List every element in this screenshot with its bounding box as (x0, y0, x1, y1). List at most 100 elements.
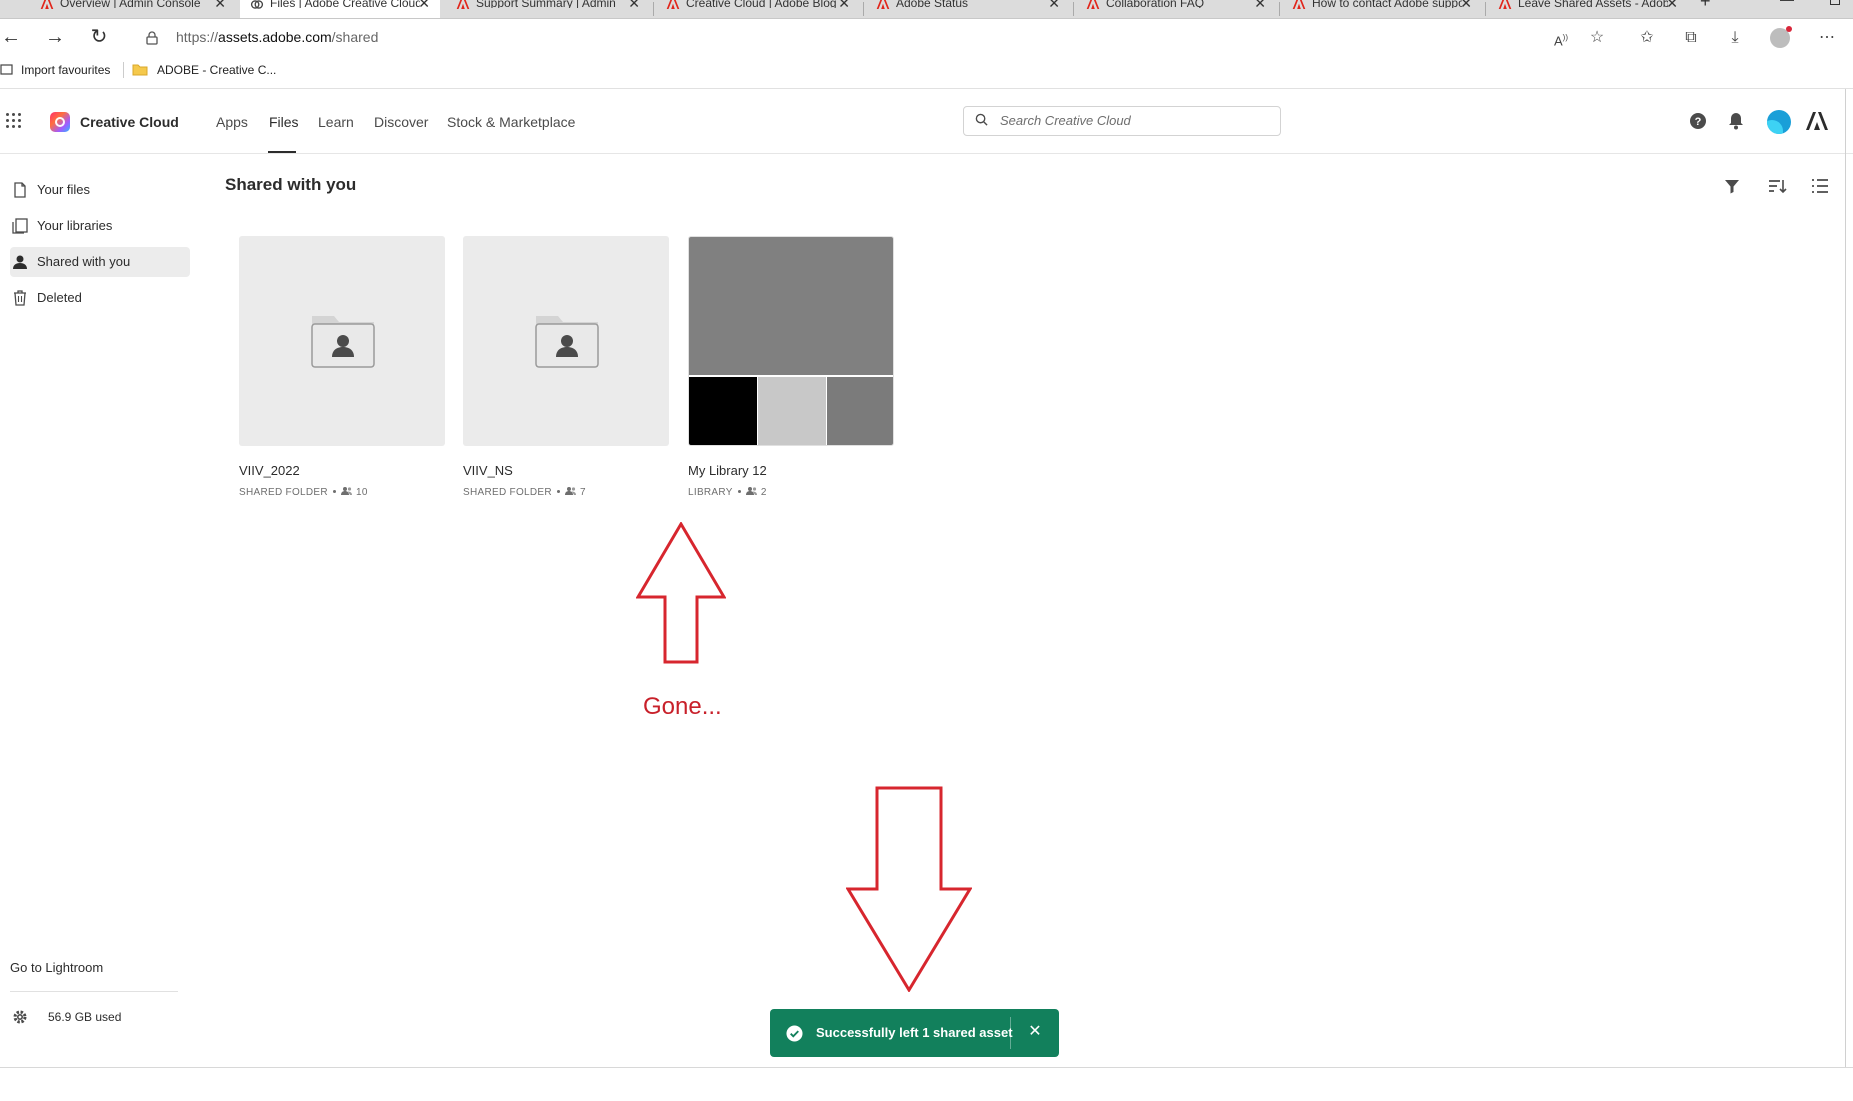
sidebar-item-label: Your libraries (37, 218, 113, 233)
close-tab-icon[interactable]: ✕ (1666, 0, 1678, 10)
profile-avatar[interactable] (1770, 26, 1792, 48)
asset-name[interactable]: VIIV_2022 (239, 463, 300, 478)
sidebar-item-deleted[interactable]: Deleted (10, 283, 190, 313)
library-thumbnail (688, 236, 894, 446)
lock-icon[interactable] (146, 31, 158, 45)
annotation-label: Gone... (643, 693, 722, 720)
folder-thumbnail (463, 236, 669, 446)
page-title: Shared with you (225, 175, 357, 194)
add-favourite-icon[interactable]: ☆ (1586, 27, 1608, 49)
nav-learn[interactable]: Learn (318, 114, 354, 130)
filter-icon[interactable] (1722, 176, 1742, 196)
read-aloud-icon[interactable]: A)) (1550, 27, 1572, 49)
url-host: assets.adobe.com (218, 29, 332, 45)
nav-files[interactable]: Files (269, 114, 299, 130)
sidebar-divider (10, 991, 178, 992)
close-tab-icon[interactable]: ✕ (418, 0, 430, 10)
list-view-icon[interactable] (1810, 176, 1830, 196)
app-switcher-grid-icon[interactable] (6, 113, 22, 129)
asset-name[interactable]: My Library 12 (688, 463, 767, 478)
browser-tab[interactable]: Overview | Admin Console ✕ (30, 0, 236, 18)
creative-cloud-logo-icon[interactable] (50, 112, 70, 132)
restore-button[interactable] (1826, 0, 1846, 18)
browser-tab[interactable]: How to contact Adobe support ✕ (1282, 0, 1482, 18)
more-options-icon[interactable]: ⋯ (1816, 27, 1838, 49)
collections-icon[interactable]: ⧉ (1680, 27, 1702, 49)
library-swatch-gray (827, 377, 893, 445)
sort-icon[interactable] (1767, 176, 1787, 196)
tab-title: Files | Adobe Creative Cloud (270, 0, 420, 8)
tab-separator (1279, 2, 1280, 16)
notification-dot (1786, 26, 1792, 32)
asset-card-shared-folder[interactable] (463, 236, 669, 446)
sidebar-item-label: Your files (37, 182, 90, 197)
asset-card-shared-folder[interactable] (239, 236, 445, 446)
file-icon (14, 182, 26, 198)
close-tab-icon[interactable]: ✕ (838, 0, 850, 10)
favourite-import[interactable]: Import favourites (21, 63, 110, 77)
sidebar-item-your-libraries[interactable]: Your libraries (10, 211, 190, 241)
arrow-left-icon: ← (1, 26, 21, 48)
gear-icon[interactable] (12, 1009, 28, 1025)
svg-text:?: ? (1695, 116, 1702, 128)
browser-tab-active[interactable]: Files | Adobe Creative Cloud ✕ (240, 0, 440, 18)
library-icon (12, 218, 28, 234)
tab-separator (653, 2, 654, 16)
storage-used: 56.9 GB used (48, 1010, 122, 1024)
annotation-arrow-up-icon (636, 522, 726, 664)
help-icon[interactable]: ? (1689, 112, 1707, 130)
go-to-lightroom-link[interactable]: Go to Lightroom (10, 960, 103, 975)
bell-icon[interactable] (1728, 112, 1744, 130)
user-avatar[interactable] (1767, 110, 1791, 134)
close-icon: ✕ (1028, 1023, 1042, 1040)
restore-icon (1830, 0, 1840, 5)
downloads-icon[interactable]: ⤓ (1724, 27, 1746, 49)
toast-message: Successfully left 1 shared asset (816, 1025, 1013, 1040)
back-button[interactable]: ← (0, 26, 22, 48)
close-tab-icon[interactable]: ✕ (1254, 0, 1266, 10)
adobe-icon (40, 0, 54, 9)
tab-separator (1073, 2, 1074, 16)
creative-cloud-icon (250, 0, 264, 9)
new-tab-button[interactable]: + (1696, 0, 1720, 18)
arrow-right-icon: → (45, 26, 65, 48)
close-tab-icon[interactable]: ✕ (1460, 0, 1472, 10)
browser-tab[interactable]: Support Summary | Admin ✕ (446, 0, 650, 18)
sidebar-item-your-files[interactable]: Your files (10, 175, 190, 205)
import-icon (0, 64, 13, 75)
close-tab-icon[interactable]: ✕ (628, 0, 640, 10)
url-text[interactable]: https://assets.adobe.com/shared (176, 29, 378, 45)
close-tab-icon[interactable]: ✕ (214, 0, 226, 10)
favourites-icon[interactable]: ✩ (1636, 27, 1658, 49)
tab-title: Adobe Status (896, 0, 969, 8)
asset-meta: LIBRARY 2 (688, 486, 767, 498)
refresh-button[interactable]: ↻ (88, 26, 110, 48)
nav-discover[interactable]: Discover (374, 114, 428, 130)
adobe-icon (666, 0, 680, 9)
sidebar-item-shared-with-you[interactable]: Shared with you (10, 247, 190, 277)
browser-tab-strip: Overview | Admin Console ✕ Files | Adobe… (0, 0, 1853, 19)
asset-card-library[interactable] (688, 236, 894, 446)
nav-stock-marketplace[interactable]: Stock & Marketplace (447, 114, 575, 130)
close-tab-icon[interactable]: ✕ (1048, 0, 1060, 10)
toast-close-button[interactable]: ✕ (1024, 1019, 1046, 1045)
browser-tab[interactable]: Leave Shared Assets - Adobe ✕ (1488, 0, 1688, 18)
active-nav-indicator (268, 151, 296, 153)
favourite-adobe-folder[interactable]: ADOBE - Creative C... (157, 63, 276, 77)
members-icon (564, 487, 576, 495)
brand-name[interactable]: Creative Cloud (80, 114, 179, 130)
browser-tab[interactable]: Collaboration FAQ ✕ (1076, 0, 1276, 18)
browser-tab[interactable]: Adobe Status ✕ (866, 0, 1070, 18)
nav-apps[interactable]: Apps (216, 114, 248, 130)
folder-icon (132, 64, 148, 76)
toast-divider (1010, 1017, 1011, 1049)
tab-title: How to contact Adobe support (1312, 0, 1462, 8)
folder-thumbnail (239, 236, 445, 446)
browser-tab[interactable]: Creative Cloud | Adobe Blog ✕ (656, 0, 860, 18)
url-path: /shared (331, 29, 379, 45)
shared-folder-icon (535, 316, 599, 368)
asset-name[interactable]: VIIV_NS (463, 463, 513, 478)
forward-button[interactable]: → (44, 26, 66, 48)
adobe-logo-icon[interactable] (1806, 112, 1828, 130)
minimize-button[interactable]: — (1776, 0, 1796, 18)
